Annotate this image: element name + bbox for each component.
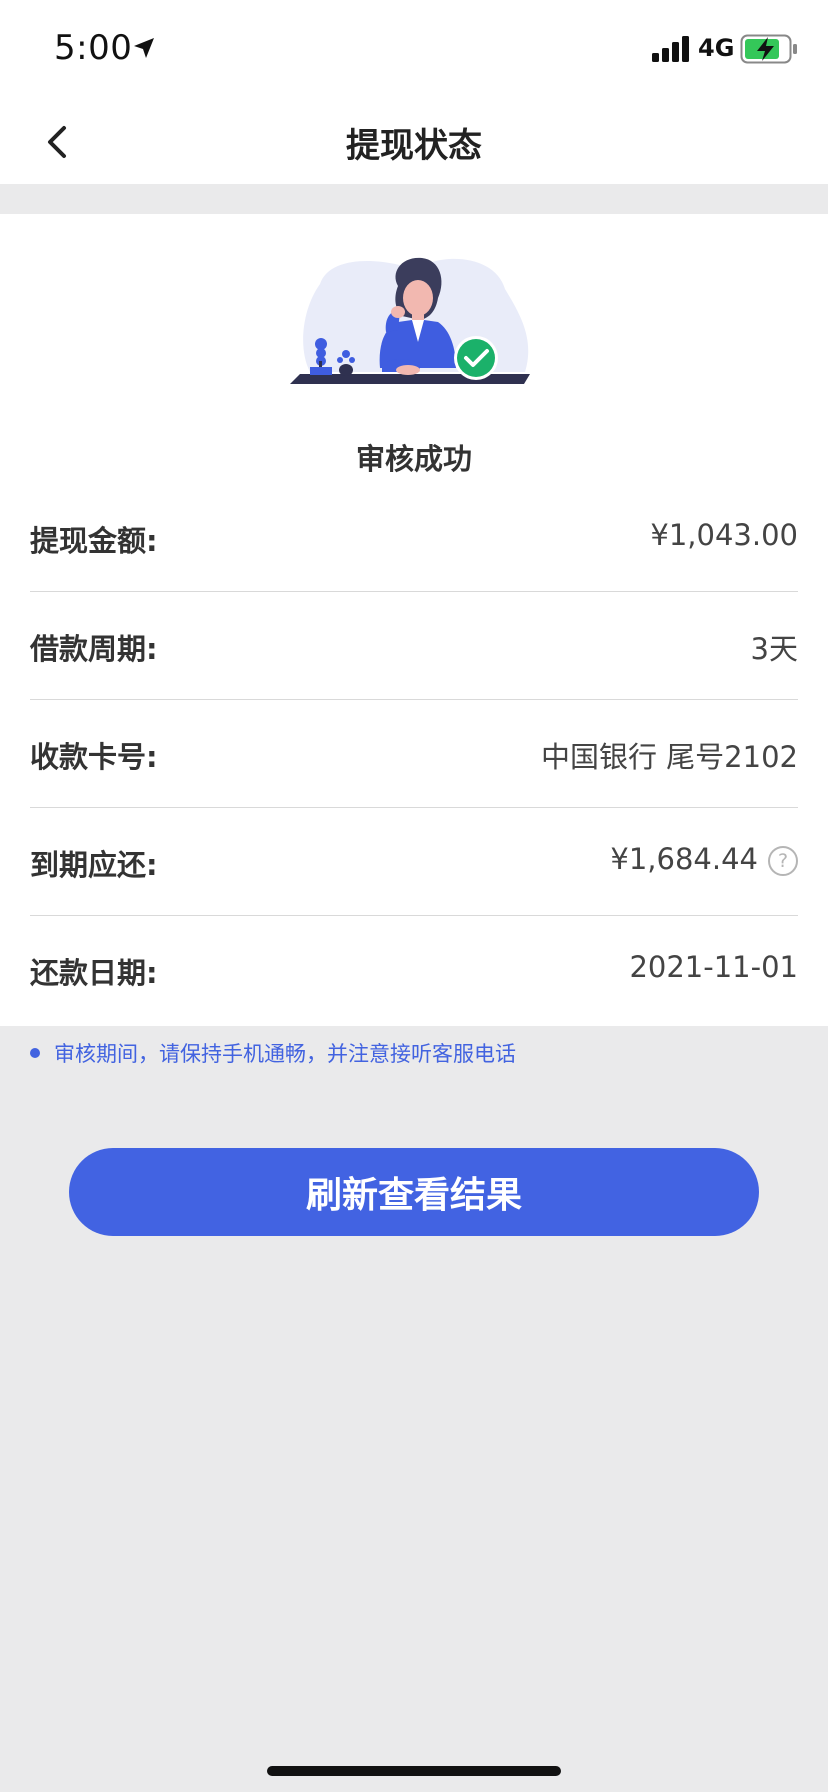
location-arrow-icon	[134, 38, 154, 58]
status-bar: 5:00 4G	[0, 0, 828, 100]
detail-label: 提现金额:	[30, 524, 158, 558]
bullet-dot-icon	[30, 1048, 40, 1058]
detail-label: 收款卡号:	[30, 740, 158, 774]
detail-label: 到期应还:	[30, 848, 158, 882]
detail-value: ¥1,043.00	[650, 518, 798, 552]
detail-row-card-number: 收款卡号: 中国银行 尾号2102	[30, 700, 798, 808]
detail-row-amount-due: 到期应还: ¥1,684.44?	[30, 808, 798, 916]
help-question-icon[interactable]: ?	[768, 846, 798, 876]
detail-row-repay-date: 还款日期: 2021-11-01	[30, 916, 798, 1024]
detail-value: 3天	[750, 632, 798, 666]
status-title: 审核成功	[355, 442, 472, 476]
refresh-result-button[interactable]: 刷新查看结果	[69, 1148, 759, 1236]
navigation-bar: 提现状态	[0, 100, 828, 184]
home-indicator[interactable]	[267, 1766, 561, 1776]
detail-label: 借款周期:	[30, 632, 158, 666]
detail-value-with-help: ¥1,684.44?	[610, 842, 798, 876]
detail-value: 2021-11-01	[629, 950, 798, 984]
detail-value: 中国银行 尾号2102	[540, 740, 798, 774]
detail-label: 还款日期:	[30, 956, 158, 990]
network-type: 4G	[698, 34, 735, 62]
review-success-illustration	[290, 257, 530, 384]
detail-row-withdraw-amount: 提现金额: ¥1,043.00	[30, 484, 798, 592]
notice-text: 审核期间，请保持手机通畅，并注意接听客服电话	[54, 1042, 516, 1066]
detail-value: ¥1,684.44	[610, 842, 758, 876]
detail-row-loan-period: 借款周期: 3天	[30, 592, 798, 700]
status-time: 5:00	[54, 28, 133, 68]
page-title: 提现状态	[346, 126, 482, 166]
review-notice: 审核期间，请保持手机通畅，并注意接听客服电话	[30, 1038, 516, 1068]
signal-icon	[652, 36, 689, 62]
battery-charging-icon	[740, 34, 797, 64]
withdrawal-status-card: 审核成功 提现金额: ¥1,043.00 借款周期: 3天 收款卡号: 中国银行…	[0, 214, 828, 1026]
